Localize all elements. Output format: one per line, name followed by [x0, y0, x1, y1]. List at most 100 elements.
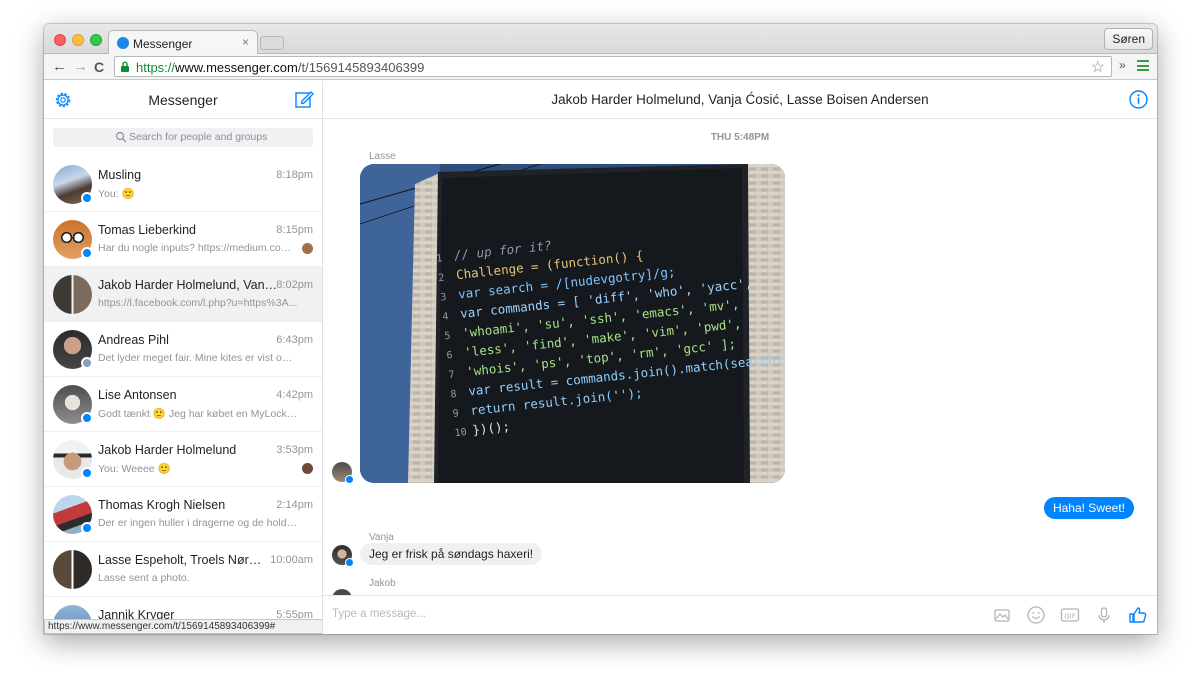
messenger-badge-icon	[81, 467, 93, 479]
tab-title: Messenger	[133, 37, 193, 51]
conversation-name: Jakob Harder Holmelund, Vanja ...	[98, 278, 278, 292]
tab-close-icon[interactable]: ×	[242, 35, 249, 49]
extensions-overflow-icon[interactable]: »	[1119, 58, 1126, 72]
message-composer[interactable]: Type a message... GIF	[323, 595, 1157, 634]
facebook-badge-icon	[81, 357, 93, 369]
browser-toolbar: ← → C https://www.messenger.com/t/156914…	[44, 54, 1157, 80]
gif-icon[interactable]: GIF	[1060, 605, 1080, 625]
code-line-number: 6	[446, 350, 453, 362]
conversation-item[interactable]: Andreas Pihl 6:43pm Det lyder meget fair…	[44, 322, 322, 377]
conversation-item[interactable]: Lise Antonsen 4:42pm Godt tænkt 🙂 Jeg ha…	[44, 377, 322, 432]
conversation-name: Thomas Krogh Nielsen	[98, 498, 226, 512]
search-input[interactable]: Search for people and groups	[53, 128, 313, 147]
conversation-snippet: Har du nogle inputs? https://medium.com.…	[98, 242, 293, 254]
url-text: https://www.messenger.com/t/156914589340…	[136, 60, 425, 75]
code-line-number: 4	[442, 311, 449, 323]
code-line-number: 5	[444, 331, 451, 343]
messenger-badge-icon	[345, 475, 354, 484]
profile-button[interactable]: Søren	[1104, 28, 1153, 50]
conversation-time: 8:15pm	[276, 224, 313, 236]
messenger-favicon-icon	[117, 37, 129, 49]
thread-timestamp: THU 5:48PM	[710, 132, 770, 143]
conversation-name: Lise Antonsen	[98, 388, 177, 402]
conversation-item[interactable]: Thomas Krogh Nielsen 2:14pm Der er ingen…	[44, 487, 322, 542]
sender-name: Lasse	[369, 151, 396, 162]
thread-title: Jakob Harder Holmelund, Vanja Ćosić, Las…	[551, 92, 929, 107]
code-line-number: 2	[438, 272, 445, 284]
conversation-snippet: You: Weeee 🙂	[98, 463, 171, 475]
compose-icon[interactable]	[294, 89, 314, 109]
messenger-badge-icon	[81, 412, 93, 424]
code-line-number: 7	[448, 369, 455, 381]
messenger-app: Messenger Search for people and groups M…	[44, 81, 1157, 634]
sender-name: Vanja	[369, 532, 394, 543]
sidebar-header: Messenger	[44, 81, 322, 119]
new-tab-button[interactable]	[260, 36, 284, 50]
seen-avatar-icon	[302, 463, 313, 474]
conversation-name: Musling	[98, 168, 142, 182]
tab-messenger[interactable]: Messenger ×	[108, 30, 258, 55]
photo-icon[interactable]	[992, 605, 1012, 625]
conversation-name: Jakob Harder Holmelund	[98, 443, 237, 457]
tab-bar: Messenger × Søren	[44, 24, 1157, 55]
forward-button[interactable]: →	[73, 57, 88, 77]
code-billboard-image: 1// up for it?2 Challenge = (function() {…	[360, 164, 785, 483]
conversation-list: Musling 8:18pm You: 🙂 Tomas Lieberkind 8…	[44, 157, 322, 634]
messenger-badge-icon	[81, 247, 93, 259]
zoom-window-button[interactable]	[90, 34, 102, 46]
code-line-number: 8	[450, 389, 457, 401]
conversation-time: 6:43pm	[276, 334, 313, 346]
reload-button[interactable]: C	[94, 57, 104, 77]
message-bubble-incoming[interactable]: Jeg er frisk på søndags haxeri!	[360, 543, 543, 565]
sidebar-title: Messenger	[148, 92, 218, 108]
conversation-time: 8:02pm	[276, 279, 313, 291]
code-line-number: 3	[440, 292, 447, 304]
sender-name: Jakob	[369, 578, 396, 589]
thread-header: Jakob Harder Holmelund, Vanja Ćosić, Las…	[323, 81, 1157, 119]
emoji-icon[interactable]	[1026, 605, 1046, 625]
conversation-time: 4:42pm	[276, 389, 313, 401]
conversation-snippet: Godt tænkt 🙂 Jeg har købet en MyLock 🙂	[98, 408, 298, 420]
info-icon[interactable]	[1129, 90, 1148, 109]
message-bubble-outgoing[interactable]: Haha! Sweet!	[1043, 497, 1134, 519]
status-bar-url: https://www.messenger.com/t/156914589340…	[44, 619, 322, 634]
conversation-item[interactable]: Musling 8:18pm You: 🙂	[44, 157, 322, 212]
close-window-button[interactable]	[54, 34, 66, 46]
svg-text:GIF: GIF	[1064, 612, 1076, 620]
conversation-snippet: Der er ingen huller i dragerne og de hol…	[98, 517, 298, 529]
conversation-sidebar: Messenger Search for people and groups M…	[44, 81, 323, 634]
conversation-name: Lasse Espeholt, Troels Nørgaard	[98, 553, 268, 567]
lock-icon	[121, 61, 129, 72]
conversation-snippet: You: 🙂	[98, 188, 135, 200]
conversation-name: Tomas Lieberkind	[98, 223, 196, 237]
conversation-item[interactable]: Lasse Espeholt, Troels Nørgaard 10:00am …	[44, 542, 322, 597]
conversation-time: 3:53pm	[276, 444, 313, 456]
message-input[interactable]: Type a message...	[332, 608, 426, 620]
avatar	[53, 275, 92, 314]
microphone-icon[interactable]	[1094, 605, 1114, 625]
conversation-name: Andreas Pihl	[98, 333, 169, 347]
conversation-item[interactable]: Jakob Harder Holmelund 3:53pm You: Weeee…	[44, 432, 322, 487]
messenger-badge-icon	[81, 192, 93, 204]
conversation-snippet: https://l.facebook.com/l.php?u=https%3A.…	[98, 297, 298, 309]
conversation-snippet: Det lyder meget fair. Mine kites er vist…	[98, 352, 298, 364]
browser-window: Messenger × Søren ← → C https://www.mess…	[44, 24, 1157, 634]
back-button[interactable]: ←	[52, 57, 67, 77]
search-icon	[115, 131, 127, 143]
thumbs-up-icon[interactable]	[1128, 605, 1148, 625]
code-line-number: 9	[452, 408, 459, 420]
code-line-number: 1	[436, 253, 443, 265]
shared-photo[interactable]: 1// up for it? 2 Challenge = (function() {…	[360, 164, 785, 483]
bookmark-star-icon[interactable]: ☆	[1091, 57, 1105, 77]
conversation-item[interactable]: Tomas Lieberkind 8:15pm Har du nogle inp…	[44, 212, 322, 267]
conversation-time: 2:14pm	[276, 499, 313, 511]
browser-menu-icon[interactable]	[1137, 60, 1149, 71]
messenger-badge-icon	[81, 522, 93, 534]
code-line-number: 10	[454, 427, 467, 439]
messenger-badge-icon	[345, 558, 354, 567]
address-bar[interactable]: https://www.messenger.com/t/156914589340…	[114, 56, 1112, 77]
thread-panel: Jakob Harder Holmelund, Vanja Ćosić, Las…	[323, 81, 1157, 634]
seen-avatar-icon	[302, 243, 313, 254]
minimize-window-button[interactable]	[72, 34, 84, 46]
conversation-item-active[interactable]: Jakob Harder Holmelund, Vanja ... 8:02pm…	[44, 267, 322, 322]
